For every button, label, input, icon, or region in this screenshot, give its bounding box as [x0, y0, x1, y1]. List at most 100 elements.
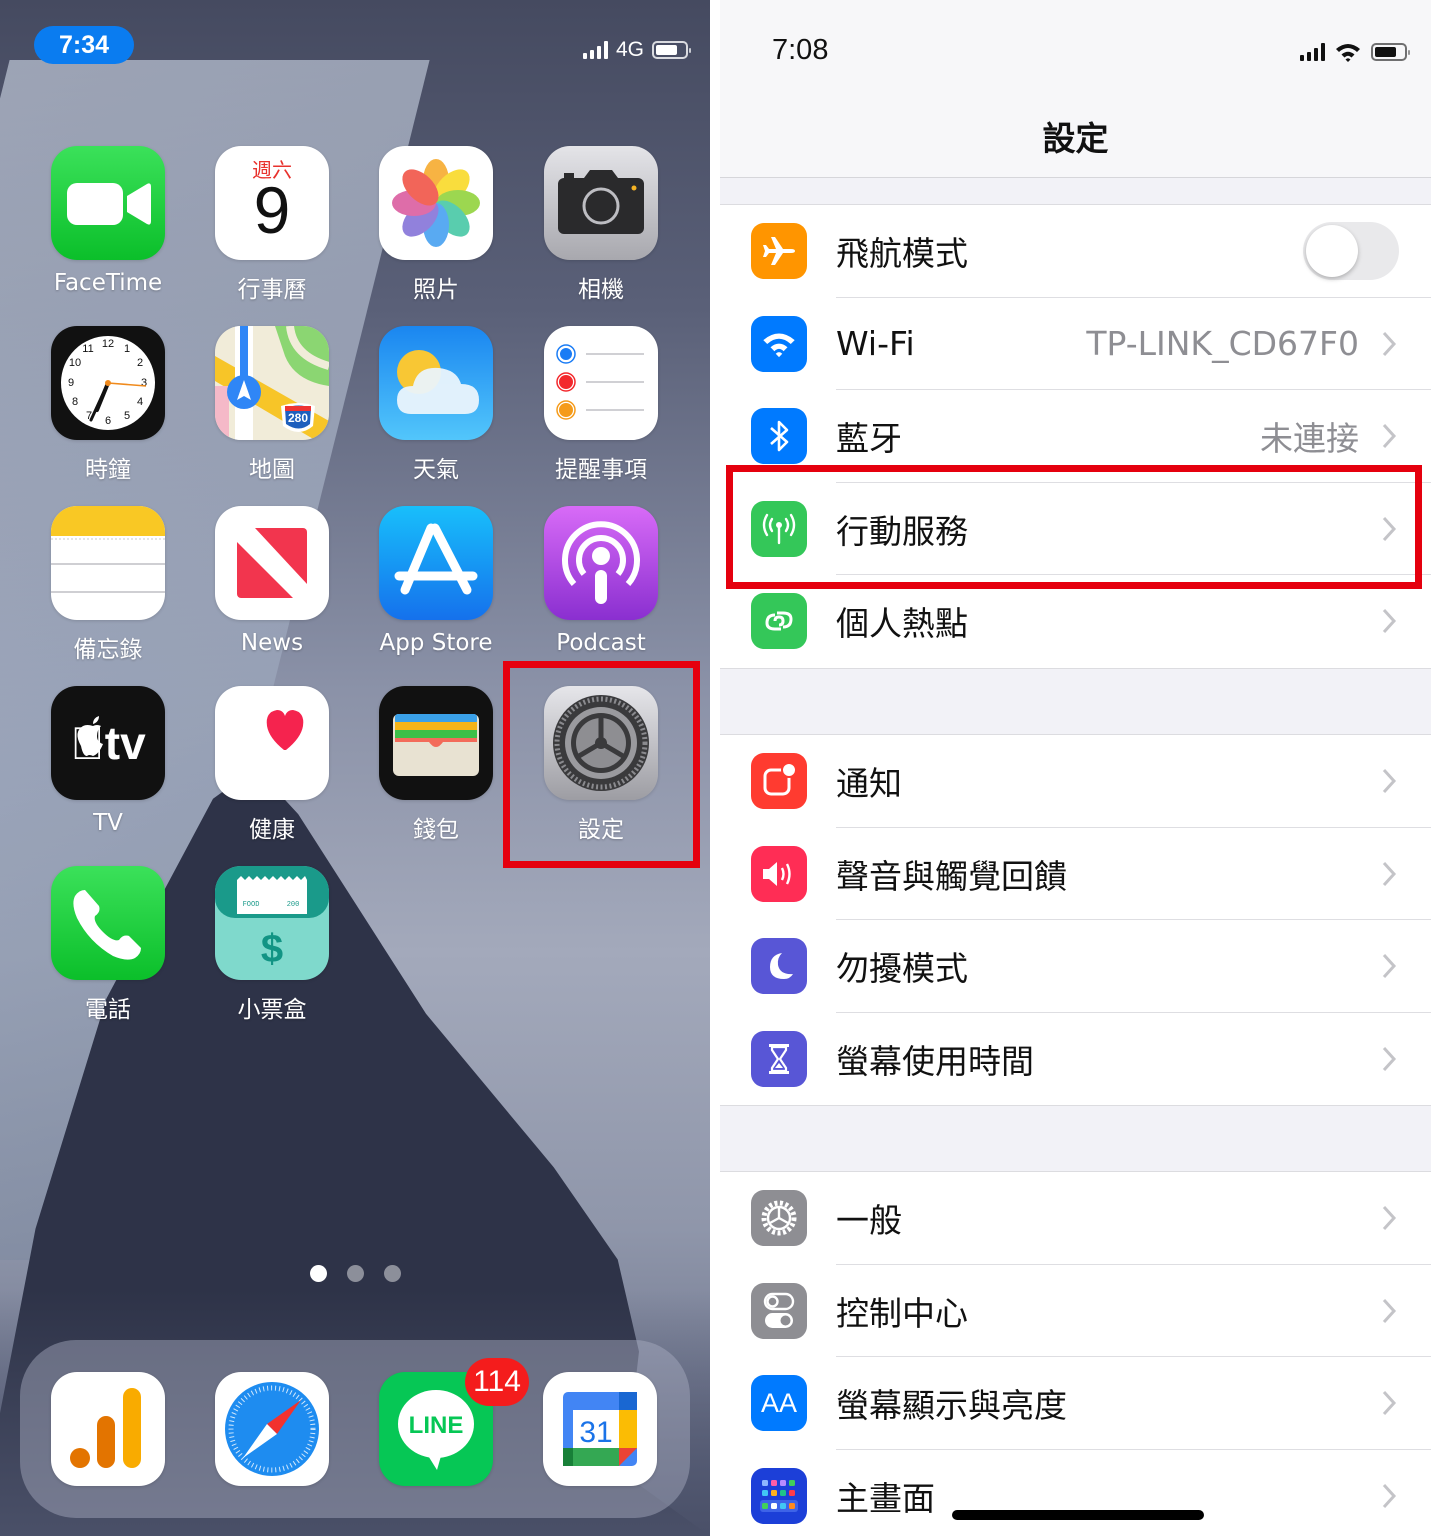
app-label: News — [240, 630, 304, 656]
dock-app-line[interactable]: LINE 114 — [361, 1358, 529, 1486]
camera-icon — [544, 146, 658, 260]
bluetooth-icon — [751, 408, 807, 465]
settings-row-do-not-disturb[interactable]: 勿擾模式 — [720, 920, 1431, 1013]
settings-group-connectivity: 飛航模式 Wi-Fi TP-LINK_CD67F0 藍牙 未連接 行動服務 個人… — [720, 204, 1431, 669]
app-label: App Store — [379, 630, 493, 656]
status-time[interactable]: 7:34 — [34, 26, 134, 64]
clock-icon: 12 1 2 3 4567 8 9 10 11 — [51, 326, 165, 440]
settings-row-sounds-haptics[interactable]: 聲音與觸覺回饋 — [720, 828, 1431, 920]
news-icon — [215, 506, 329, 620]
app-label: 時鐘 — [85, 457, 131, 483]
chevron-right-icon — [1382, 424, 1397, 449]
svg-text:9: 9 — [68, 377, 74, 389]
gear-icon — [751, 1190, 807, 1247]
network-type: 4G — [615, 38, 644, 61]
chevron-right-icon — [1382, 861, 1397, 886]
wifi-icon — [751, 315, 807, 372]
facetime-icon — [51, 146, 165, 260]
app-podcast[interactable]: Podcast — [526, 506, 676, 656]
app-label: TV — [93, 810, 123, 836]
settings-row-airplane-mode[interactable]: 飛航模式 — [720, 205, 1431, 298]
dock: LINE 114 31 — [20, 1340, 690, 1518]
chevron-right-icon — [1382, 1391, 1397, 1416]
app-phone[interactable]: 電話 — [33, 866, 183, 1024]
settings-row-notifications[interactable]: 通知 — [720, 735, 1431, 828]
app-weather[interactable]: 天氣 — [361, 326, 511, 484]
page-title: 設定 — [1042, 119, 1109, 158]
app-label: 相機 — [578, 277, 624, 303]
page-dot[interactable] — [383, 1265, 401, 1282]
cellular-row-highlight — [726, 465, 1422, 589]
app-maps[interactable]: 280 地圖 — [197, 326, 347, 484]
svg-text:6: 6 — [105, 415, 111, 427]
app-reminders[interactable]: 提醒事項 — [526, 326, 676, 484]
appstore-icon — [379, 506, 493, 620]
wifi-network-name: TP-LINK_CD67F0 — [1086, 324, 1359, 364]
settings-row-general[interactable]: 一般 — [720, 1172, 1431, 1265]
chevron-right-icon — [1382, 1046, 1397, 1071]
app-calendar[interactable]: 週六 9 行事曆 — [197, 146, 347, 304]
photos-flower-icon — [379, 146, 493, 260]
row-label: 藍牙 — [836, 419, 902, 459]
receipt-box-icon: FOOD 200 $ — [215, 866, 329, 980]
app-appstore[interactable]: App Store — [361, 506, 511, 656]
wifi-status-icon — [1336, 44, 1360, 62]
home-indicator[interactable] — [952, 1510, 1204, 1520]
page-indicator[interactable] — [0, 1265, 710, 1282]
hourglass-icon — [751, 1030, 807, 1087]
analytics-icon — [51, 1372, 165, 1486]
app-label: 備忘錄 — [73, 637, 143, 663]
settings-row-display-brightness[interactable]: AA 螢幕顯示與亮度 — [720, 1357, 1431, 1450]
app-tv[interactable]: tv TV — [33, 686, 183, 836]
text-size-icon: AA — [751, 1375, 807, 1432]
app-notes[interactable]: 備忘錄 — [33, 506, 183, 664]
app-label: 健康 — [249, 817, 295, 843]
app-label: 地圖 — [249, 457, 295, 483]
row-label: 勿擾模式 — [836, 949, 968, 989]
svg-text:10: 10 — [69, 357, 81, 369]
dock-app-safari[interactable] — [197, 1372, 347, 1486]
status-time: 7:08 — [772, 34, 829, 66]
chevron-right-icon — [1382, 1206, 1397, 1231]
settings-screen: 7:08 設定 飛航模式 Wi-Fi TP-LINK_CD67F0 藍牙 未連接… — [720, 0, 1431, 1536]
notes-icon — [51, 506, 165, 620]
app-news[interactable]: News — [197, 506, 347, 656]
app-facetime[interactable]: FaceTime — [33, 146, 183, 296]
svg-text:8: 8 — [72, 396, 78, 408]
chevron-right-icon — [1382, 609, 1397, 634]
status-bar: 7:08 — [720, 0, 1431, 100]
page-dot[interactable] — [346, 1265, 364, 1282]
row-label: 一般 — [836, 1201, 902, 1241]
settings-row-home-screen[interactable]: 主畫面 — [720, 1450, 1431, 1536]
chevron-right-icon — [1382, 1298, 1397, 1323]
svg-text:12: 12 — [102, 338, 114, 350]
svg-text:3: 3 — [141, 377, 147, 389]
page-dot-active[interactable] — [309, 1265, 327, 1282]
app-health[interactable]: 健康 — [197, 686, 347, 844]
settings-row-wifi[interactable]: Wi-Fi TP-LINK_CD67F0 — [720, 298, 1431, 390]
bluetooth-status: 未連接 — [1260, 419, 1359, 459]
settings-app-highlight — [503, 661, 700, 868]
app-clock[interactable]: 12 1 2 3 4567 8 9 10 11 時鐘 — [33, 326, 183, 484]
svg-text:4: 4 — [137, 396, 143, 408]
panel-divider — [710, 0, 720, 1536]
app-label: 小票盒 — [237, 997, 307, 1023]
app-camera[interactable]: 相機 — [526, 146, 676, 304]
calendar-icon: 週六 9 — [215, 146, 329, 260]
airplane-mode-toggle[interactable] — [1303, 222, 1399, 281]
cellular-signal-icon — [582, 41, 608, 59]
reminders-icon — [544, 326, 658, 440]
app-wallet[interactable]: 錢包 — [361, 686, 511, 844]
dock-app-analytics[interactable] — [33, 1372, 183, 1486]
settings-row-control-center[interactable]: 控制中心 — [720, 1265, 1431, 1357]
row-label: 控制中心 — [836, 1293, 968, 1333]
app-receipt-box[interactable]: FOOD 200 $ 小票盒 — [197, 866, 347, 1024]
chevron-right-icon — [1382, 769, 1397, 794]
row-label: 通知 — [836, 764, 902, 804]
dock-app-google-calendar[interactable]: 31 — [525, 1372, 675, 1486]
app-photos[interactable]: 照片 — [361, 146, 511, 304]
svg-text:2: 2 — [137, 357, 143, 369]
receipt-food-text: FOOD — [243, 901, 260, 909]
app-label: 提醒事項 — [555, 457, 647, 483]
settings-row-screen-time[interactable]: 螢幕使用時間 — [720, 1013, 1431, 1106]
